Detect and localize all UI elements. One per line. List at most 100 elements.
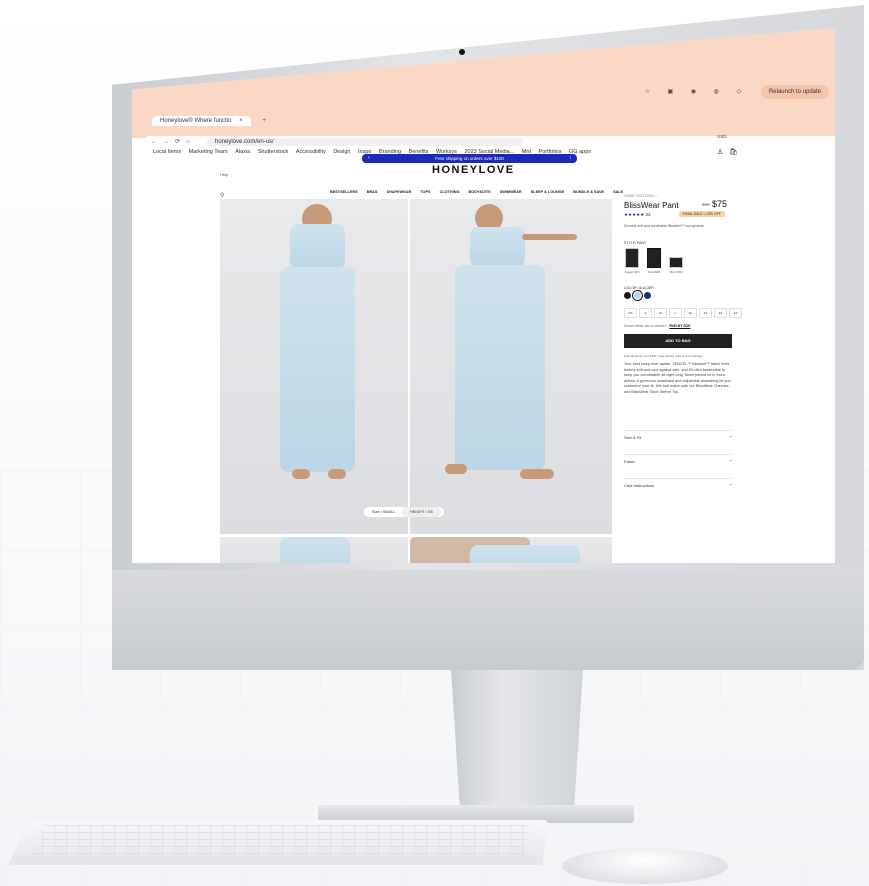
chevron-right-icon[interactable]: › — [569, 154, 571, 163]
nav-item[interactable]: SLEEP & LOUNGE — [531, 190, 564, 194]
promo-banner: ‹ Free shipping on orders over $100 › — [362, 154, 577, 163]
plus-icon: + — [729, 458, 732, 463]
account-controls: ♙🛍 — [717, 148, 744, 156]
color-swatch-glacier[interactable] — [632, 290, 643, 301]
camera-icon — [459, 49, 465, 55]
web-page: ‹ Free shipping on orders over $100 › He… — [132, 134, 835, 563]
monitor-stand — [451, 670, 583, 810]
fit-finder: Unsure which size to choose? FIND MY SIZE — [624, 324, 690, 328]
shipping-note: Free shipping over $100. Free 30-day ret… — [624, 354, 704, 358]
accordion-care[interactable]: Care Instructions + — [624, 478, 732, 488]
fit-question: Unsure which size to choose? — [624, 324, 667, 328]
accordion-label: Care Instructions — [624, 483, 655, 488]
home-icon[interactable]: ⌂ — [186, 139, 196, 145]
style-option-label: Pant $88 — [647, 270, 660, 274]
mouse — [562, 848, 728, 884]
chevron-left-icon[interactable]: ‹ — [368, 154, 370, 163]
product-image-side[interactable] — [410, 199, 612, 534]
style-option-short[interactable]: Short $64 — [668, 248, 684, 274]
color-label: COLOR: GLACIER — [624, 286, 654, 290]
currency-selector[interactable]: USD — [717, 134, 727, 139]
nav-item[interactable]: SWIMWEAR — [500, 190, 522, 194]
review-count: 32 — [645, 212, 651, 217]
brand-logo[interactable]: HONEYLOVE — [432, 164, 515, 176]
help-link[interactable]: Help — [220, 172, 228, 177]
sale-price: $75 — [712, 199, 728, 209]
monitor-chin — [112, 570, 864, 670]
bag-icon[interactable]: 🛍 — [729, 149, 744, 156]
model-size: Size • SMALL — [372, 510, 396, 514]
short-description: Divinely soft and breathable Blissknit™ … — [624, 224, 705, 228]
style-label: STYLE: PANT — [624, 241, 647, 245]
size-option[interactable]: M — [654, 308, 667, 318]
nav-item[interactable]: CLOTHING — [440, 190, 460, 194]
scene: Honeylove® Where functio × + ←→⟳⌂ honeyl… — [0, 0, 869, 886]
extension-icons[interactable]: ☆ ▣ ◉ ◍ ◇ — [644, 89, 749, 95]
reload-icon[interactable]: ⟳ — [175, 139, 186, 145]
tab-strip: Honeylove® Where functio × + — [152, 116, 266, 126]
promo-text: Free shipping on orders over $100 — [435, 156, 504, 161]
url-input[interactable]: honeylove.com/en-us/ — [207, 138, 523, 146]
long-description: Your best sleep ever awaits. TENCEL™ Bli… — [624, 362, 731, 394]
accordion-fabric[interactable]: Fabric + — [624, 454, 732, 464]
browser-tab[interactable]: Honeylove® Where functio × — [152, 116, 251, 126]
close-icon[interactable]: × — [239, 118, 243, 124]
style-option-label: Short $64 — [669, 270, 683, 274]
size-option[interactable]: 2X — [699, 308, 712, 318]
find-my-size-link[interactable]: FIND MY SIZE — [669, 324, 690, 328]
tab-title: Honeylove® Where functio — [160, 118, 232, 124]
user-icon[interactable]: ♙ — [717, 149, 729, 156]
short-thumb — [669, 257, 683, 268]
back-icon[interactable]: ← — [151, 139, 163, 145]
size-selector: XS S M L XL 2X 3X 4X — [624, 308, 742, 318]
add-to-bag-button[interactable]: ADD TO BAG — [624, 334, 732, 348]
size-option[interactable]: XL — [684, 308, 697, 318]
forward-icon[interactable]: → — [163, 139, 175, 145]
pant-thumb — [647, 248, 661, 268]
nav-controls: ←→⟳⌂ — [151, 138, 196, 145]
nav-item[interactable]: BODYSUITS — [469, 190, 491, 194]
size-option[interactable]: S — [639, 308, 652, 318]
rating-stars[interactable]: ★★★★★ 32 — [624, 212, 650, 218]
star-icons: ★★★★★ — [624, 212, 645, 217]
size-option[interactable]: L — [669, 308, 682, 318]
main-nav: BESTSELLERS BRAS SHAPEWEAR TOPS CLOTHING… — [330, 190, 631, 194]
nav-item[interactable]: SALE — [613, 190, 623, 194]
style-option-label: Jogger $84 — [624, 270, 640, 274]
accordion-size-fit[interactable]: Size & Fit + — [624, 430, 732, 440]
nav-item[interactable]: TOPS — [420, 190, 430, 194]
color-swatches — [624, 290, 651, 301]
accordion-label: Size & Fit — [624, 435, 642, 440]
product-image-detail-1[interactable] — [220, 537, 408, 563]
color-swatch-black[interactable] — [624, 292, 631, 299]
jogger-thumb — [625, 248, 639, 268]
style-options: Jogger $84 Pant $88 Short $64 — [624, 248, 684, 274]
new-tab-button[interactable]: + — [262, 118, 266, 124]
color-swatch-navy[interactable] — [644, 292, 651, 299]
plus-icon: + — [729, 482, 732, 487]
sale-badge: FINAL SALE • 15% OFF — [679, 211, 725, 217]
size-option[interactable]: 4X — [729, 308, 742, 318]
monitor-screen: Honeylove® Where functio × + ←→⟳⌂ honeyl… — [132, 28, 835, 563]
accordion-label: Fabric — [624, 459, 636, 464]
nav-item[interactable]: BRAS — [367, 190, 378, 194]
search-icon[interactable]: ⚲ — [220, 192, 224, 199]
style-option-jogger[interactable]: Jogger $84 — [624, 248, 640, 274]
original-price: $88 — [702, 202, 710, 207]
model-height: HEIGHT • 5'8 — [402, 507, 441, 517]
nav-item[interactable]: SHAPEWEAR — [387, 190, 412, 194]
model-info-pill: Size • SMALL HEIGHT • 5'8 — [364, 507, 444, 517]
product-title: BlissWear Pant — [624, 201, 679, 210]
product-image-front[interactable] — [220, 199, 408, 534]
product-image-detail-2[interactable] — [410, 537, 612, 563]
size-option[interactable]: 3X — [714, 308, 727, 318]
style-option-pant[interactable]: Pant $88 — [646, 248, 662, 274]
nav-item[interactable]: BESTSELLERS — [330, 190, 358, 194]
keyboard-keys — [30, 825, 530, 857]
nav-item[interactable]: BUNDLE & SAVE — [573, 190, 604, 194]
relaunch-button[interactable]: Relaunch to update — [760, 85, 829, 99]
size-option[interactable]: XS — [624, 308, 637, 318]
plus-icon: + — [729, 434, 732, 439]
breadcrumb[interactable]: HOME / BOTTOMS / — [624, 194, 657, 198]
browser-right-controls: ☆ ▣ ◉ ◍ ◇ Relaunch to update — [644, 85, 829, 99]
